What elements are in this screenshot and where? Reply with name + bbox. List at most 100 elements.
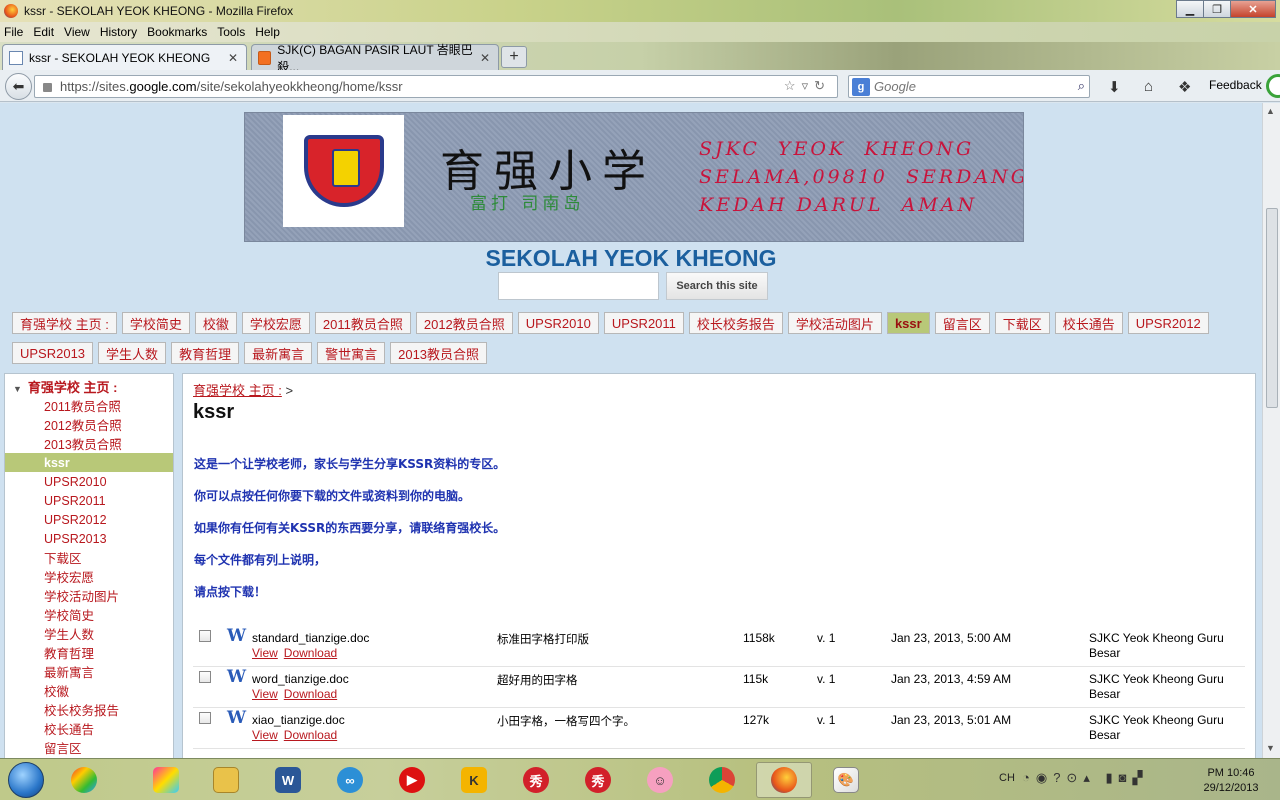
maximize-button[interactable]: ❐ [1203, 0, 1231, 18]
taskbar-k-app-icon[interactable]: K [446, 762, 502, 798]
nav-button[interactable]: UPSR2012 [1127, 312, 1209, 334]
file-checkbox[interactable] [199, 630, 211, 642]
nav-button[interactable]: UPSR2013 [12, 342, 94, 364]
search-icon[interactable]: ⌕ [1078, 78, 1085, 94]
sidebar-item[interactable]: 2011教员合照 [5, 396, 173, 415]
site-title[interactable]: SEKOLAH YEOK KHEONG [0, 245, 1262, 272]
taskbar-firefox-icon[interactable] [756, 762, 812, 798]
nav-button[interactable]: 2011教员合照 [314, 312, 411, 334]
bookmark-star-icon[interactable]: ☆ [784, 78, 802, 93]
site-search-input[interactable] [498, 272, 659, 300]
menu-file[interactable]: File [4, 25, 23, 39]
sidebar-item[interactable]: 学校简史 [5, 605, 173, 624]
sidebar-item[interactable]: 校徽 [5, 681, 173, 700]
status-circle-icon[interactable] [1266, 74, 1280, 98]
taskbar-cloud-icon[interactable]: ∞ [322, 762, 378, 798]
sidebar-item[interactable]: 学校活动图片 [5, 586, 173, 605]
collapse-triangle-icon[interactable]: ▼ [13, 384, 22, 394]
scrollbar-thumb[interactable] [1266, 208, 1278, 408]
tab-close-icon[interactable]: ✕ [480, 51, 490, 65]
menu-history[interactable]: History [100, 25, 137, 39]
sidebar-item[interactable]: UPSR2012 [5, 510, 173, 529]
sidebar-item[interactable]: 2012教员合照 [5, 415, 173, 434]
file-checkbox[interactable] [199, 712, 211, 724]
system-tray-icons[interactable]: ◔◉?⊙▴ ▮◙▞ [1022, 770, 1148, 786]
dropdown-arrow-icon[interactable]: ▿ [802, 78, 815, 93]
nav-button[interactable]: kssr [886, 312, 930, 334]
sidebar-item[interactable]: 教育哲理 [5, 643, 173, 662]
taskbar-cow-app-icon[interactable]: ☺ [632, 762, 688, 798]
sidebar-item[interactable]: 校长校务报告 [5, 700, 173, 719]
nav-button[interactable]: 校徽 [194, 312, 237, 334]
nav-button[interactable]: 警世寓言 [317, 342, 386, 364]
nav-button[interactable]: 教育哲理 [171, 342, 240, 364]
file-download-link[interactable]: Download [284, 687, 337, 701]
sidebar-item[interactable]: 学生人数 [5, 624, 173, 643]
sidebar-item[interactable]: 留言区 [5, 738, 173, 757]
sidebar-item[interactable]: 2013教员合照 [5, 434, 173, 453]
nav-button[interactable]: 最新寓言 [244, 342, 313, 364]
taskbar-media-player-icon[interactable]: ▶ [384, 762, 440, 798]
scroll-up-icon[interactable]: ▲ [1266, 106, 1275, 116]
nav-button[interactable]: 学校简史 [121, 312, 190, 334]
file-download-link[interactable]: Download [284, 646, 337, 660]
menu-edit[interactable]: Edit [33, 25, 54, 39]
back-button[interactable]: ⬅ [5, 73, 32, 100]
nav-button[interactable]: 2013教员合照 [390, 342, 488, 364]
start-button[interactable] [8, 762, 44, 798]
sidebar-item[interactable]: kssr [5, 453, 173, 472]
language-indicator[interactable]: CH [999, 772, 1015, 784]
breadcrumb-home-link[interactable]: 育强学校 主页 : [193, 383, 282, 398]
scroll-down-icon[interactable]: ▼ [1266, 743, 1275, 753]
menu-help[interactable]: Help [255, 25, 280, 39]
vertical-scrollbar[interactable]: ▲ ▼ [1262, 103, 1280, 758]
tab-close-icon[interactable]: ✕ [228, 51, 238, 65]
sidebar-root-item[interactable]: ▼ 育强学校 主页 : [13, 377, 117, 396]
taskbar-app-picture-icon[interactable] [138, 762, 194, 798]
close-window-button[interactable]: ✕ [1230, 0, 1276, 18]
sidebar-item[interactable]: 最新寓言 [5, 662, 173, 681]
nav-button[interactable]: 学校活动图片 [787, 312, 882, 334]
file-view-link[interactable]: View [252, 687, 278, 701]
tab-bagan-pasir-laut[interactable]: SJK(C) BAGAN PASIR LAUT 峇眼巴殺... ✕ [251, 43, 499, 74]
sidebar-item[interactable]: 下载区 [5, 548, 173, 567]
nav-button[interactable]: 2012教员合照 [415, 312, 513, 334]
taskbar-paint-icon[interactable]: 🎨 [818, 762, 874, 798]
nav-button[interactable]: UPSR2010 [517, 312, 599, 334]
taskbar-app-palette-icon[interactable] [56, 762, 112, 798]
menu-view[interactable]: View [64, 25, 90, 39]
taskbar-word-icon[interactable]: W [260, 762, 316, 798]
taskbar-meitu-icon-1[interactable]: 秀 [508, 762, 564, 798]
addon-icon[interactable]: ❖ [1178, 78, 1191, 96]
new-tab-button[interactable]: + [501, 46, 527, 68]
file-download-link[interactable]: Download [284, 728, 337, 742]
sidebar-item[interactable]: UPSR2013 [5, 529, 173, 548]
sidebar-item[interactable]: UPSR2011 [5, 491, 173, 510]
nav-button[interactable]: UPSR2011 [603, 312, 684, 334]
file-checkbox[interactable] [199, 671, 211, 683]
sidebar-item[interactable]: UPSR2010 [5, 472, 173, 491]
menu-bookmarks[interactable]: Bookmarks [147, 25, 207, 39]
taskbar-chrome-icon[interactable] [694, 762, 750, 798]
home-icon[interactable]: ⌂ [1144, 78, 1153, 95]
tab-kssr[interactable]: kssr - SEKOLAH YEOK KHEONG ✕ [2, 44, 247, 70]
nav-button[interactable]: 学校宏愿 [241, 312, 310, 334]
nav-button[interactable]: 校长校务报告 [688, 312, 783, 334]
search-site-button[interactable]: Search this site [666, 272, 768, 300]
file-view-link[interactable]: View [252, 646, 278, 660]
nav-button[interactable]: 学生人数 [98, 342, 167, 364]
search-input[interactable]: g Google ⌕ [848, 75, 1090, 98]
feedback-button[interactable]: Feedback [1209, 78, 1262, 92]
downloads-icon[interactable]: ⬇ [1108, 78, 1121, 96]
taskbar-file-explorer-icon[interactable] [198, 762, 254, 798]
system-clock[interactable]: PM 10:46 29/12/2013 [1196, 766, 1266, 796]
menu-tools[interactable]: Tools [217, 25, 245, 39]
minimize-button[interactable]: ▁ [1176, 0, 1204, 18]
taskbar-meitu-icon-2[interactable]: 秀 [570, 762, 626, 798]
file-view-link[interactable]: View [252, 728, 278, 742]
nav-button[interactable]: 校长通告 [1054, 312, 1123, 334]
nav-button[interactable]: 育强学校 主页 : [12, 312, 117, 334]
url-bar[interactable]: https://sites. google.com/site/sekolahyeo… [34, 75, 838, 98]
sidebar-item[interactable]: 校长通告 [5, 719, 173, 738]
reload-icon[interactable]: ↻ [814, 78, 831, 93]
